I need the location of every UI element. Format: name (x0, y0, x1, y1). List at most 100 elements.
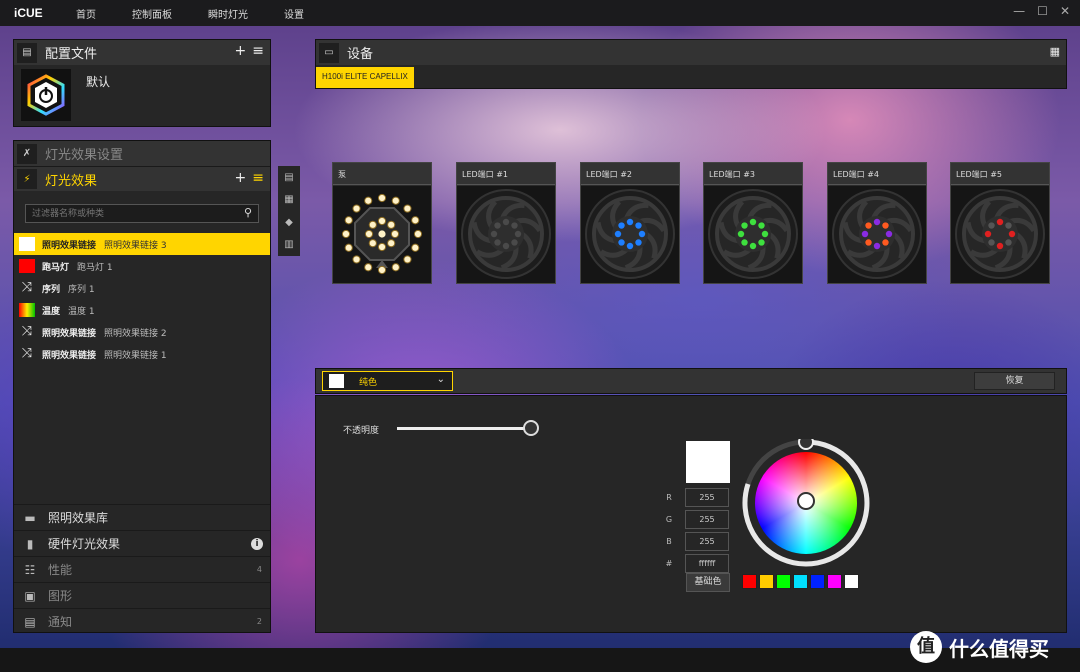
preset-color-swatch[interactable] (844, 574, 859, 589)
effect-item[interactable]: ⤨ 照明效果链接 照明效果链接 2 (14, 321, 270, 343)
fan-led (737, 230, 745, 238)
preset-color-swatch[interactable] (776, 574, 791, 589)
devices-header: ▭ 设备 ▦ (316, 40, 1066, 65)
effect-toolbar: ▤ ▦ ◆ ▥ (278, 166, 300, 256)
fan-led (618, 222, 625, 229)
effect-item[interactable]: 温度 温度 1 (14, 299, 270, 321)
zone-label: 泵 (333, 163, 431, 185)
hardware-lighting-item[interactable]: ▮ 硬件灯光效果 i (14, 530, 270, 556)
minimize-button[interactable]: — (1013, 4, 1025, 18)
profile-item-default[interactable]: 默认 (14, 65, 270, 127)
performance-item[interactable]: ☷ 性能 4 (14, 556, 270, 582)
copy-alt-icon[interactable]: ▦ (284, 194, 293, 205)
pump-led (377, 193, 387, 203)
fan-led (626, 218, 634, 226)
opacity-slider-handle[interactable] (523, 420, 539, 436)
effect-sub-label: 温度 1 (68, 306, 95, 317)
device-tab[interactable]: H100i ELITE CAPELLIX (316, 67, 414, 88)
info-icon[interactable]: i (251, 537, 263, 550)
g-label: G (665, 514, 673, 524)
b-label: B (666, 536, 672, 546)
preset-color-swatch[interactable] (742, 574, 757, 589)
fan-led (758, 222, 765, 229)
g-input[interactable]: 255 (685, 509, 729, 529)
device-zone[interactable]: LED端口 #5 (950, 162, 1050, 284)
nav-home[interactable]: 首页 (76, 6, 96, 21)
fan-led (614, 230, 622, 238)
add-profile-button[interactable]: + (235, 43, 247, 59)
search-icon[interactable]: ⚲ (244, 206, 252, 219)
memory-card-icon: ▮ (26, 536, 34, 551)
fan-preview (581, 186, 679, 283)
device-zone[interactable]: LED端口 #3 (703, 162, 803, 284)
grid-icon[interactable]: ▦ (1050, 45, 1060, 58)
notifications-item[interactable]: ▤ 通知 2 (14, 608, 270, 634)
preset-color-swatch[interactable] (793, 574, 808, 589)
fan-led (635, 239, 642, 246)
device-zone[interactable]: 泵 (332, 162, 432, 284)
r-input[interactable]: 255 (685, 487, 729, 507)
opacity-slider[interactable] (397, 420, 539, 436)
restore-button[interactable]: 恢复 (974, 372, 1055, 390)
b-input[interactable]: 255 (685, 531, 729, 551)
pump-led (364, 229, 374, 239)
opacity-label: 不透明度 (343, 426, 380, 436)
color-wheel[interactable] (742, 434, 870, 567)
fan-preview (457, 186, 555, 283)
graphics-icon: ▣ (24, 588, 36, 603)
pump-led (377, 216, 387, 226)
fan-led (490, 230, 498, 238)
pump-led (411, 216, 420, 225)
mode-dropdown[interactable]: 纯色 ⌄ (322, 371, 453, 391)
device-zone[interactable]: LED端口 #2 (580, 162, 680, 284)
effect-item[interactable]: ⤨ 序列 序列 1 (14, 277, 270, 299)
filter-field[interactable] (26, 205, 226, 222)
effect-library-item[interactable]: ▬ 照明效果库 (14, 504, 270, 530)
fan-led (494, 239, 501, 246)
move-icon[interactable]: ◆ (285, 217, 293, 228)
nav-instant-lighting[interactable]: 瞬时灯光 (208, 6, 248, 21)
device-zone[interactable]: LED端口 #1 (456, 162, 556, 284)
notifications-icon: ▤ (24, 614, 36, 629)
profiles-menu-button[interactable]: ≡ (252, 43, 264, 59)
effect-name: 照明效果链接 (42, 350, 97, 361)
maximize-button[interactable]: ☐ (1037, 4, 1048, 18)
profiles-header: ▤ 配置文件 + ≡ (14, 40, 270, 65)
fan-preview (951, 186, 1049, 283)
fan-led (984, 230, 992, 238)
effect-library-label: 照明效果库 (48, 511, 109, 525)
hex-input[interactable]: ffffff (685, 553, 729, 573)
pump-led (341, 229, 351, 239)
device-zone[interactable]: LED端口 #4 (827, 162, 927, 284)
nav-settings[interactable]: 设置 (284, 6, 304, 21)
fan-led (996, 218, 1004, 226)
pump-led (378, 230, 386, 238)
watermark: 值 什么值得买 (910, 631, 1049, 663)
copy-icon[interactable]: ▤ (284, 172, 293, 183)
basic-colors-button[interactable]: 基础色 (686, 573, 730, 592)
add-effect-button[interactable]: + (235, 170, 247, 186)
shuffle-icon: ⤨ (21, 324, 33, 339)
zone-label: LED端口 #4 (828, 163, 926, 185)
preset-color-swatch[interactable] (810, 574, 825, 589)
effect-item[interactable]: 照明效果链接 照明效果链接 3 (14, 233, 270, 255)
fan-led (749, 242, 757, 250)
effect-settings-header[interactable]: ✗ 灯光效果设置 (14, 141, 270, 166)
effect-item[interactable]: ⤨ 照明效果链接 照明效果链接 1 (14, 343, 270, 365)
effects-menu-button[interactable]: ≡ (252, 170, 264, 186)
preset-color-swatch[interactable] (827, 574, 842, 589)
effect-settings-title: 灯光效果设置 (45, 148, 124, 163)
graphics-item[interactable]: ▣ 图形 (14, 582, 270, 608)
close-button[interactable]: ✕ (1060, 4, 1070, 18)
fan-led (873, 242, 881, 250)
preset-color-swatch[interactable] (759, 574, 774, 589)
trash-icon[interactable]: ▥ (284, 239, 293, 250)
nav-dashboard[interactable]: 控制面板 (132, 6, 172, 21)
filter-input[interactable]: ⚲ (25, 204, 259, 223)
keyboard-icon: ▭ (319, 42, 339, 63)
fan-led (1005, 222, 1012, 229)
effect-list: 照明效果链接 照明效果链接 3 跑马灯 跑马灯 1 ⤨ 序列 序列 1 温度 温度 1 ⤨ 照明效果… (14, 233, 270, 365)
effects-title: 灯光效果 (45, 173, 98, 189)
effect-item[interactable]: 跑马灯 跑马灯 1 (14, 255, 270, 277)
shuffle-icon: ⤨ (21, 346, 33, 361)
